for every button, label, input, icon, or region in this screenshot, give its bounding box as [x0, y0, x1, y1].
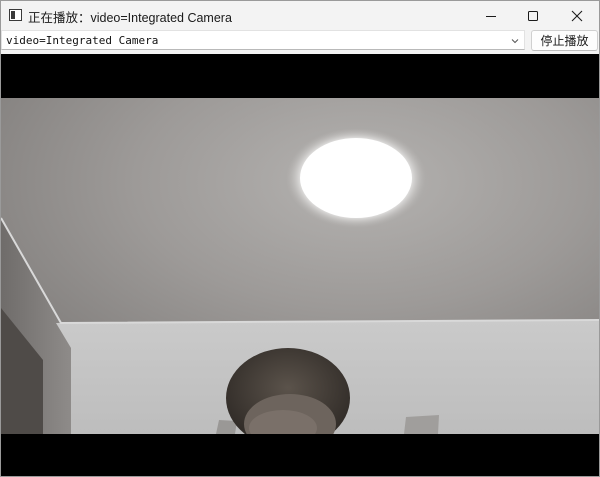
video-source-select[interactable]: video=Integrated Camera — [1, 30, 525, 50]
title-bar[interactable]: 正在播放：video=Integrated Camera — [1, 1, 599, 30]
close-icon — [571, 10, 583, 21]
maximize-button[interactable] — [510, 1, 556, 30]
minimize-icon — [486, 15, 496, 17]
minimize-button[interactable] — [468, 1, 514, 30]
video-display[interactable] — [1, 54, 599, 476]
chevron-down-icon[interactable] — [509, 35, 521, 47]
stop-playback-button[interactable]: 停止播放 — [531, 30, 598, 51]
camera-frame — [1, 98, 599, 434]
camera-image — [1, 98, 599, 434]
maximize-icon — [528, 10, 538, 21]
toolbar: video=Integrated Camera 停止播放 — [1, 30, 599, 54]
app-window: 正在播放：video=Integrated Camera video=Integ… — [0, 0, 600, 477]
video-source-value: video=Integrated Camera — [6, 34, 159, 47]
window-title: 正在播放：video=Integrated Camera — [28, 11, 232, 25]
close-button[interactable] — [554, 1, 599, 30]
app-window-icon — [9, 9, 22, 21]
